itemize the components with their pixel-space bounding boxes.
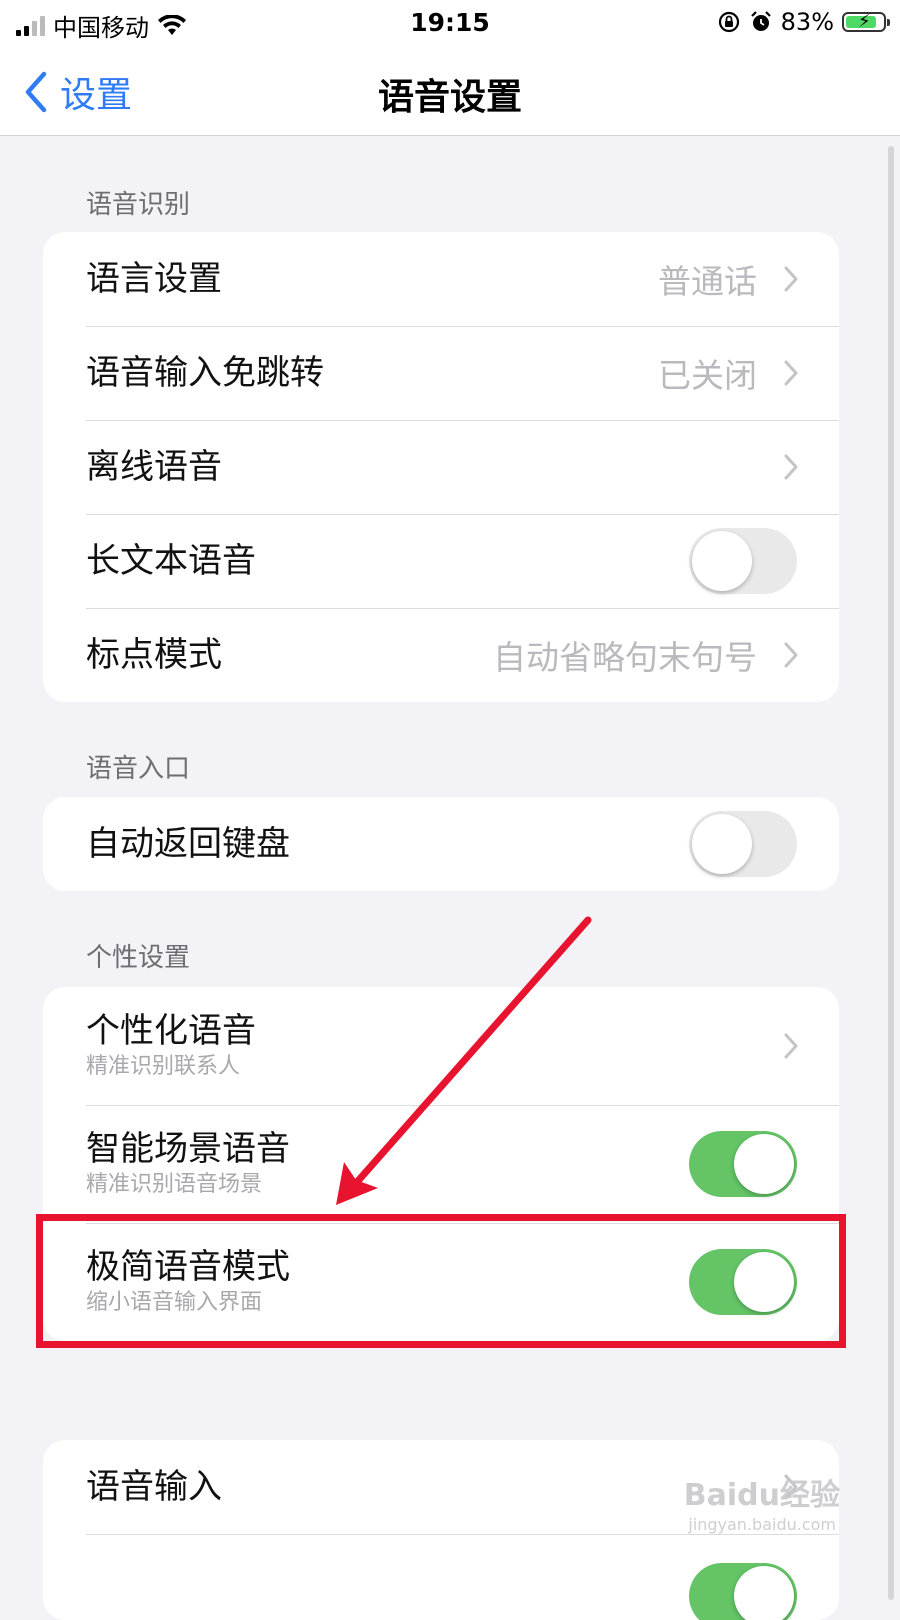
section-header-entry: 语音入口 — [86, 754, 191, 784]
status-right: 83% ⚡ — [717, 8, 890, 36]
row-auto-return-keyboard: 自动返回键盘 — [43, 797, 839, 891]
scrollbar[interactable] — [888, 146, 894, 1600]
watermark-logo: Baidu经验 — [683, 1478, 840, 1513]
row-label: 长文本语音 — [86, 541, 256, 581]
row-partial — [43, 1534, 839, 1620]
row-label: 个性化语音 — [86, 1011, 256, 1051]
auto-return-keyboard-toggle[interactable] — [689, 811, 797, 877]
row-offline-voice[interactable]: 离线语音 — [43, 420, 839, 514]
row-value: 普通话 — [658, 262, 757, 301]
row-sublabel: 精准识别联系人 — [86, 1054, 241, 1079]
card-recognition: 语言设置 普通话 语音输入免跳转 已关闭 离线语音 长文本语音 标点模式 自动省… — [43, 232, 839, 702]
chevron-right-icon — [784, 642, 798, 668]
card-personal: 个性化语音 精准识别联系人 智能场景语音 精准识别语音场景 极简语音模式 缩小语… — [43, 987, 839, 1341]
row-sublabel: 缩小语音输入界面 — [86, 1290, 263, 1315]
chevron-right-icon — [784, 1033, 798, 1059]
alarm-icon — [750, 11, 771, 31]
card-entry: 自动返回键盘 — [43, 797, 839, 891]
rotation-lock-icon — [718, 11, 739, 33]
chevron-right-icon — [784, 360, 798, 386]
battery-percent: 83% — [780, 8, 834, 36]
smart-scene-voice-toggle[interactable] — [689, 1131, 797, 1197]
row-sublabel: 精准识别语音场景 — [86, 1172, 263, 1197]
partial-row-toggle[interactable] — [689, 1563, 797, 1620]
row-label: 语音输入免跳转 — [86, 353, 324, 393]
row-value: 自动省略句末句号 — [493, 638, 757, 677]
row-language-settings[interactable]: 语言设置 普通话 — [43, 232, 839, 326]
minimal-voice-mode-toggle[interactable] — [689, 1249, 797, 1315]
battery-charging-icon: ⚡ — [842, 12, 890, 32]
nav-bar: 设置 语音设置 — [0, 46, 900, 136]
page-title: 语音设置 — [377, 77, 522, 118]
row-smart-scene-voice: 智能场景语音 精准识别语音场景 — [43, 1105, 839, 1223]
section-header-recognition: 语音识别 — [86, 190, 191, 220]
watermark-url: jingyan.baidu.com — [688, 1515, 836, 1534]
row-long-text-voice: 长文本语音 — [43, 514, 839, 608]
long-text-voice-toggle[interactable] — [689, 528, 797, 594]
row-punctuation-mode[interactable]: 标点模式 自动省略句末句号 — [43, 608, 839, 702]
status-bar: 中国移动 19:15 83% ⚡ — [0, 0, 900, 46]
row-label: 标点模式 — [86, 635, 222, 675]
row-label: 智能场景语音 — [86, 1129, 290, 1169]
row-label: 语音输入 — [86, 1467, 222, 1507]
row-personalized-voice[interactable]: 个性化语音 精准识别联系人 — [43, 987, 839, 1105]
row-label: 自动返回键盘 — [86, 824, 290, 864]
row-voice-no-redirect[interactable]: 语音输入免跳转 已关闭 — [43, 326, 839, 420]
row-minimal-voice-mode: 极简语音模式 缩小语音输入界面 — [43, 1223, 839, 1341]
chevron-right-icon — [784, 266, 798, 292]
section-header-personal: 个性设置 — [86, 943, 191, 973]
row-label: 极简语音模式 — [86, 1247, 290, 1287]
chevron-right-icon — [784, 454, 798, 480]
row-label: 离线语音 — [86, 447, 222, 487]
row-value: 已关闭 — [658, 356, 757, 395]
row-label: 语言设置 — [86, 259, 222, 299]
